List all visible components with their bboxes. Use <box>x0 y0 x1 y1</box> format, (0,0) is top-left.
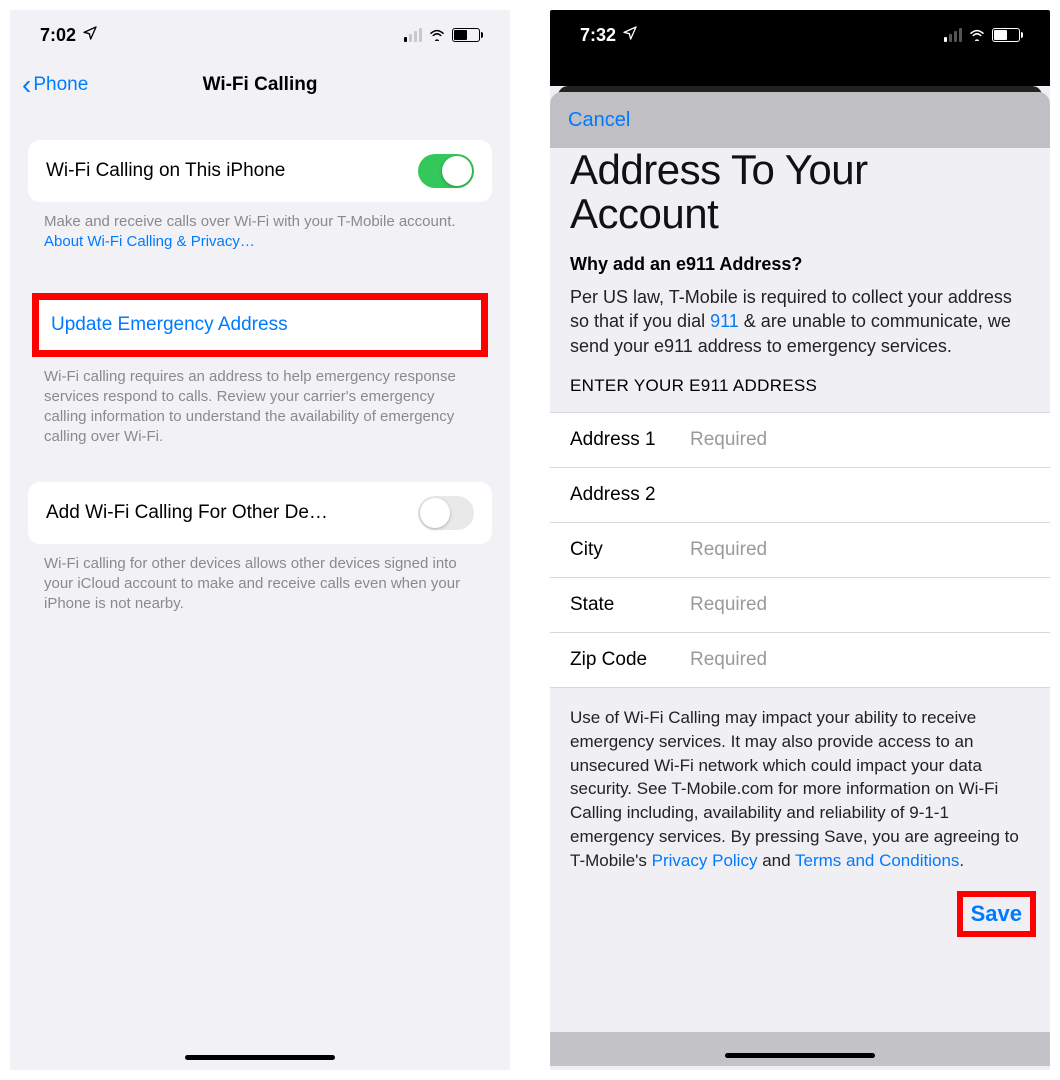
address1-field[interactable]: Address 1 Required <box>550 413 1050 468</box>
chevron-left-icon: ‹ <box>22 71 31 99</box>
terms-conditions-link[interactable]: Terms and Conditions <box>795 851 959 870</box>
location-arrow-icon <box>622 25 638 46</box>
address-form: Address 1 Required Address 2 City Requir… <box>550 412 1050 688</box>
enter-address-label: ENTER YOUR E911 ADDRESS <box>550 376 1050 412</box>
nav-bar: ‹ Phone Wi-Fi Calling <box>10 60 510 110</box>
wifi-icon <box>968 25 986 46</box>
title-line: Account <box>570 190 718 237</box>
sheet-title: Address To Your Account <box>550 148 1050 254</box>
cell-label: Wi-Fi Calling on This iPhone <box>46 160 285 182</box>
field-placeholder: Required <box>690 594 767 616</box>
text-part: and <box>757 851 795 870</box>
privacy-policy-link[interactable]: Privacy Policy <box>652 851 758 870</box>
intro-paragraph: Per US law, T-Mobile is required to coll… <box>550 285 1050 376</box>
text-part: . <box>959 851 964 870</box>
field-label: Zip Code <box>570 649 690 671</box>
field-label: Address 1 <box>570 429 690 451</box>
footer-text: Make and receive calls over Wi-Fi with y… <box>10 202 510 253</box>
toggle-switch-on[interactable] <box>418 154 474 188</box>
save-button-highlight: Save <box>957 891 1036 937</box>
back-label: Phone <box>33 74 88 96</box>
link-911[interactable]: 911 <box>710 311 739 331</box>
cell-label: Add Wi-Fi Calling For Other De… <box>46 502 328 524</box>
footer-text: Wi-Fi calling requires an address to hel… <box>10 357 510 448</box>
update-emergency-address-row-highlight: Update Emergency Address <box>32 293 488 357</box>
toggle-switch-off[interactable] <box>418 496 474 530</box>
about-wifi-calling-link[interactable]: About Wi-Fi Calling & Privacy… <box>44 233 255 250</box>
field-placeholder: Required <box>690 429 767 451</box>
zip-field[interactable]: Zip Code Required <box>550 633 1050 688</box>
phone-e911-form-screen: 7:32 Cancel Address To Your Account Why … <box>550 10 1050 1070</box>
footer-text: Wi-Fi calling for other devices allows o… <box>10 544 510 615</box>
back-button[interactable]: ‹ Phone <box>22 71 88 99</box>
sheet-backdrop <box>550 60 1050 86</box>
sheet-bottom-bar <box>550 1032 1050 1066</box>
save-button[interactable]: Save <box>971 901 1022 926</box>
sheet-body[interactable]: Address To Your Account Why add an e911 … <box>550 148 1050 1066</box>
battery-icon <box>992 28 1020 42</box>
field-label: Address 2 <box>570 484 690 506</box>
footer-text-part: Make and receive calls over Wi-Fi with y… <box>44 213 456 230</box>
signal-icon <box>404 28 422 42</box>
field-label: City <box>570 539 690 561</box>
text-part: Use of Wi-Fi Calling may impact your abi… <box>570 708 1019 870</box>
state-field[interactable]: State Required <box>550 578 1050 633</box>
update-emergency-address-row[interactable]: Update Emergency Address <box>39 300 481 350</box>
status-bar: 7:32 <box>550 10 1050 60</box>
field-placeholder: Required <box>690 539 767 561</box>
modal-sheet: Cancel Address To Your Account Why add a… <box>550 92 1050 1066</box>
battery-icon <box>452 28 480 42</box>
field-placeholder: Required <box>690 649 767 671</box>
title-line: Address To Your <box>570 148 868 193</box>
save-button-wrap: Save <box>550 885 1050 937</box>
address2-field[interactable]: Address 2 <box>550 468 1050 523</box>
cancel-button[interactable]: Cancel <box>568 109 630 132</box>
wifi-calling-toggle-row[interactable]: Wi-Fi Calling on This iPhone <box>28 140 492 202</box>
status-bar: 7:02 <box>10 10 510 60</box>
home-indicator <box>725 1053 875 1058</box>
status-time: 7:32 <box>580 25 616 46</box>
phone-settings-screen: 7:02 ‹ Phone Wi-Fi Calling Wi-Fi Calling… <box>10 10 510 1070</box>
wifi-icon <box>428 25 446 46</box>
add-wifi-calling-other-devices-row[interactable]: Add Wi-Fi Calling For Other De… <box>28 482 492 544</box>
footer-paragraph: Use of Wi-Fi Calling may impact your abi… <box>550 688 1050 885</box>
location-arrow-icon <box>82 25 98 46</box>
signal-icon <box>944 28 962 42</box>
status-time: 7:02 <box>40 25 76 46</box>
field-label: State <box>570 594 690 616</box>
why-heading: Why add an e911 Address? <box>550 254 1050 285</box>
sheet-header: Cancel <box>550 92 1050 148</box>
home-indicator <box>185 1055 335 1060</box>
city-field[interactable]: City Required <box>550 523 1050 578</box>
